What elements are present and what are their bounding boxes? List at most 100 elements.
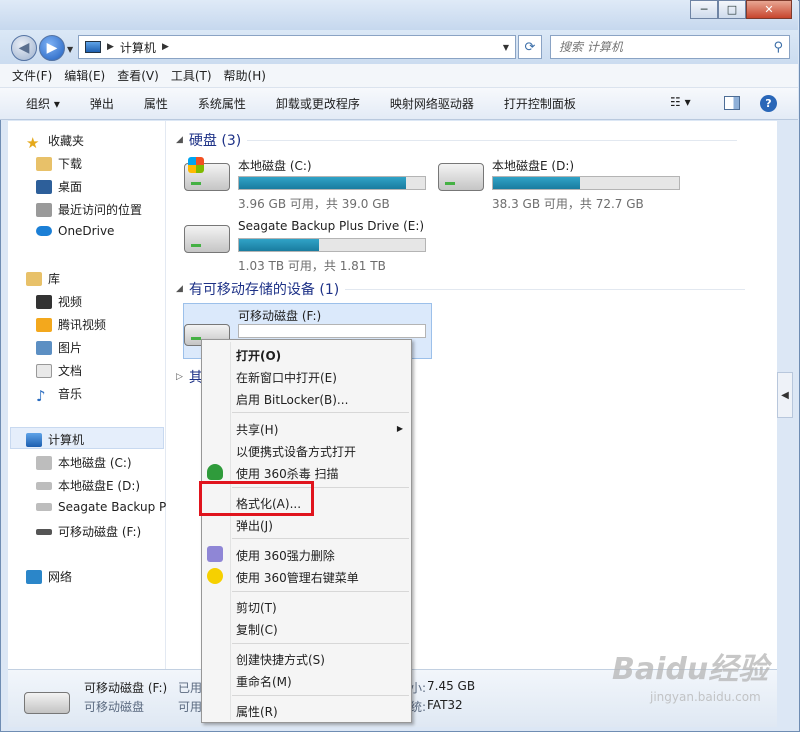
- group-other[interactable]: ▷ 其: [176, 367, 203, 387]
- help-icon[interactable]: ?: [760, 95, 777, 112]
- usage-bar: [238, 324, 426, 338]
- title-bar: ─ □ ✕: [0, 0, 798, 30]
- expand-icon[interactable]: ▷: [176, 372, 183, 382]
- menu-item-360-delete[interactable]: 使用 360强力删除: [236, 547, 335, 564]
- sidebar-item-desktop[interactable]: 桌面: [36, 178, 82, 195]
- menu-edit[interactable]: 编辑(E): [64, 67, 105, 84]
- menu-item-properties[interactable]: 属性(R): [236, 703, 278, 720]
- submenu-arrow-icon: ▶: [396, 424, 403, 433]
- sidebar-item-downloads[interactable]: 下载: [36, 155, 82, 172]
- hard-drive-icon: [438, 163, 484, 191]
- minimize-button[interactable]: ─: [690, 0, 718, 19]
- breadcrumb-computer[interactable]: 计算机: [120, 39, 156, 56]
- desktop-icon: [36, 179, 52, 194]
- menu-item-bitlocker[interactable]: 启用 BitLocker(B)...: [236, 391, 348, 408]
- drive-e[interactable]: Seagate Backup Plus Drive (E:) 1.03 TB 可…: [184, 219, 434, 277]
- forward-button[interactable]: ▶: [39, 35, 65, 61]
- collapse-icon[interactable]: ◢: [176, 284, 183, 294]
- menu-view[interactable]: 查看(V): [117, 67, 159, 84]
- preview-pane-icon[interactable]: [724, 96, 740, 110]
- drive-c[interactable]: 本地磁盘 (C:) 3.96 GB 可用，共 39.0 GB: [184, 157, 434, 215]
- sidebar-favorites[interactable]: ★ 收藏夹: [26, 132, 84, 152]
- history-dropdown-icon[interactable]: ▼: [67, 45, 73, 54]
- close-button[interactable]: ✕: [746, 0, 792, 19]
- menu-item-create-shortcut[interactable]: 创建快捷方式(S): [236, 651, 325, 668]
- search-input[interactable]: [559, 40, 759, 54]
- drive-icon: [36, 481, 52, 490]
- plus-circle-icon: [207, 568, 223, 584]
- refresh-button[interactable]: ⟳: [518, 35, 542, 59]
- computer-icon: [85, 41, 101, 53]
- sidebar-libraries[interactable]: 库: [26, 270, 60, 287]
- menu-item-360-manage[interactable]: 使用 360管理右键菜单: [236, 569, 359, 586]
- network-icon: [26, 569, 42, 584]
- search-icon[interactable]: ⚲: [773, 40, 783, 55]
- shredder-icon: [207, 546, 223, 562]
- documents-icon: [36, 363, 52, 378]
- menu-item-open-portable[interactable]: 以便携式设备方式打开: [236, 443, 356, 460]
- usage-bar: [238, 238, 426, 252]
- menu-item-360-scan[interactable]: 使用 360杀毒 扫描: [236, 465, 339, 482]
- sidebar-item-documents[interactable]: 文档: [36, 362, 82, 379]
- video-icon: [36, 294, 52, 309]
- system-properties-button[interactable]: 系统属性: [198, 95, 246, 112]
- map-network-drive-button[interactable]: 映射网络驱动器: [390, 95, 474, 112]
- downloads-folder-icon: [36, 156, 52, 171]
- drive-d[interactable]: 本地磁盘E (D:) 38.3 GB 可用，共 72.7 GB: [438, 157, 688, 215]
- breadcrumb-arrow-icon[interactable]: ▶: [162, 42, 169, 52]
- music-icon: ♪: [36, 386, 46, 405]
- view-options-icon[interactable]: ☷ ▾: [670, 95, 691, 109]
- tencent-video-icon: [36, 317, 52, 332]
- removable-drive-icon: [24, 692, 70, 714]
- uninstall-button[interactable]: 卸载或更改程序: [276, 95, 360, 112]
- menu-bar: 文件(F) 编辑(E) 查看(V) 工具(T) 帮助(H): [0, 64, 798, 88]
- open-control-panel-button[interactable]: 打开控制面板: [504, 95, 576, 112]
- sidebar-computer[interactable]: 计算机: [26, 431, 84, 448]
- sidebar-item-drive-c[interactable]: 本地磁盘 (C:): [36, 454, 132, 471]
- back-button[interactable]: ◀: [11, 35, 37, 61]
- sidebar-item-music[interactable]: ♪ 音乐: [36, 385, 82, 405]
- menu-tools[interactable]: 工具(T): [171, 67, 212, 84]
- drive-icon: [36, 503, 52, 511]
- organize-button[interactable]: 组织 ▾: [26, 95, 60, 112]
- shield-icon: [207, 464, 223, 480]
- usage-bar: [492, 176, 680, 190]
- menu-help[interactable]: 帮助(H): [224, 67, 266, 84]
- menu-file[interactable]: 文件(F): [12, 67, 52, 84]
- computer-icon: [26, 432, 42, 447]
- address-dropdown-icon[interactable]: ▼: [503, 43, 509, 52]
- address-bar[interactable]: ▶ 计算机 ▶ ▼: [78, 35, 516, 59]
- library-icon: [26, 271, 42, 286]
- context-menu: 打开(O) 在新窗口中打开(E) 启用 BitLocker(B)... 共享(H…: [201, 339, 412, 723]
- sidebar-item-drive-f[interactable]: 可移动磁盘 (F:): [36, 523, 141, 540]
- collapse-icon[interactable]: ◢: [176, 135, 183, 145]
- properties-button[interactable]: 属性: [144, 95, 168, 112]
- hard-drive-icon: [184, 225, 230, 253]
- menu-item-copy[interactable]: 复制(C): [236, 621, 278, 638]
- breadcrumb-arrow-icon[interactable]: ▶: [107, 42, 114, 52]
- menu-item-share[interactable]: 共享(H): [236, 421, 406, 438]
- removable-drive-icon: [36, 528, 52, 535]
- menu-item-rename[interactable]: 重命名(M): [236, 673, 292, 690]
- sidebar-item-tencent-video[interactable]: 腾讯视频: [36, 316, 106, 333]
- sidebar-item-onedrive[interactable]: OneDrive: [36, 224, 114, 238]
- group-hard-disks[interactable]: ◢ 硬盘 (3): [176, 130, 738, 150]
- maximize-button[interactable]: □: [718, 0, 746, 19]
- menu-item-open[interactable]: 打开(O): [236, 347, 281, 364]
- sidebar-network[interactable]: 网络: [26, 568, 72, 585]
- usage-bar: [238, 176, 426, 190]
- eject-button[interactable]: 弹出: [90, 95, 114, 112]
- star-icon: ★: [26, 133, 40, 152]
- pane-toggle-arrow[interactable]: ◀: [777, 372, 793, 418]
- sidebar-item-recent[interactable]: 最近访问的位置: [36, 201, 142, 218]
- sidebar-item-pictures[interactable]: 图片: [36, 339, 82, 356]
- sidebar-item-drive-d[interactable]: 本地磁盘E (D:): [36, 477, 140, 494]
- sidebar-item-drive-e[interactable]: Seagate Backup P: [36, 500, 166, 514]
- menu-item-eject[interactable]: 弹出(J): [236, 517, 273, 534]
- menu-item-cut[interactable]: 剪切(T): [236, 599, 277, 616]
- menu-item-open-new-window[interactable]: 在新窗口中打开(E): [236, 369, 337, 386]
- windows-logo-icon: [188, 157, 204, 173]
- sidebar-item-videos[interactable]: 视频: [36, 293, 82, 310]
- group-removable[interactable]: ◢ 有可移动存储的设备 (1): [176, 279, 746, 299]
- search-box[interactable]: ⚲: [550, 35, 790, 59]
